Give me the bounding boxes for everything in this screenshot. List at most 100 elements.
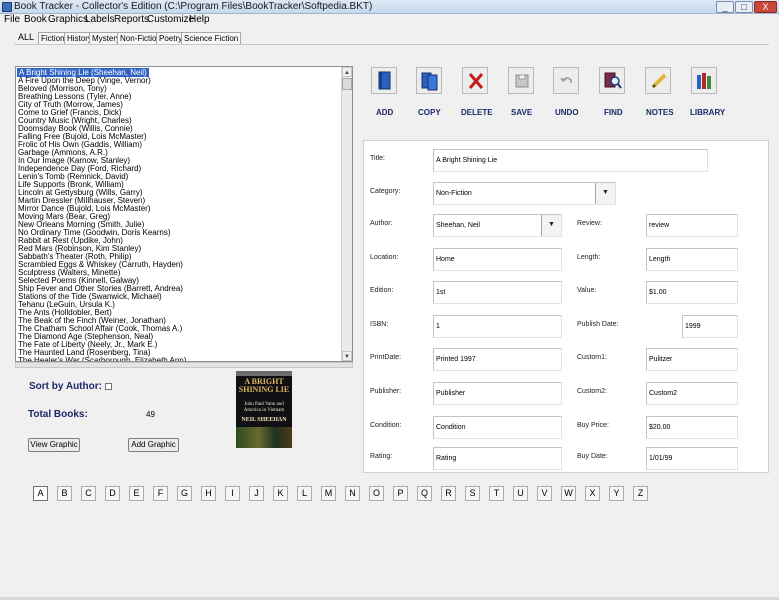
- add-button[interactable]: [371, 67, 397, 94]
- undo-button[interactable]: [553, 67, 579, 94]
- letter-g-button[interactable]: G: [177, 486, 192, 501]
- length-field[interactable]: Length: [646, 248, 738, 271]
- review-field[interactable]: review: [646, 214, 738, 237]
- letter-u-button[interactable]: U: [513, 486, 528, 501]
- letter-o-button[interactable]: O: [369, 486, 384, 501]
- location-field[interactable]: Home: [433, 248, 562, 271]
- category-select[interactable]: Non-Fiction ▼: [433, 182, 616, 205]
- letter-e-button[interactable]: E: [129, 486, 144, 501]
- author-value: Sheehan, Neil: [436, 222, 480, 229]
- book-list-horizontal-scrollbar[interactable]: [15, 362, 353, 368]
- author-dropdown-chevron-icon[interactable]: ▼: [541, 215, 561, 236]
- tab-all[interactable]: ALL: [16, 32, 36, 44]
- sort-by-author-label: Sort by Author:: [29, 381, 102, 392]
- value-field[interactable]: $1.00: [646, 281, 738, 304]
- menu-help[interactable]: Help: [189, 14, 210, 26]
- tab-science-fiction[interactable]: Science Fiction: [181, 32, 242, 44]
- letter-k-button[interactable]: K: [273, 486, 288, 501]
- publisher-field[interactable]: Publisher: [433, 382, 562, 405]
- category-value: Non-Fiction: [436, 190, 472, 197]
- delete-button[interactable]: [462, 67, 488, 94]
- letter-t-button[interactable]: T: [489, 486, 504, 501]
- letter-d-button[interactable]: D: [105, 486, 120, 501]
- undo-arrow-icon: [560, 77, 572, 83]
- copy-label: COPY: [418, 108, 441, 117]
- book-list[interactable]: ▲ ▼ A Bright Shining Lie (Sheehan, Neil)…: [15, 66, 353, 362]
- title-label: Title:: [370, 155, 385, 162]
- letter-n-button[interactable]: N: [345, 486, 360, 501]
- tab-panel-divider: [14, 44, 769, 45]
- author-label: Author:: [370, 220, 393, 227]
- menu-file[interactable]: File: [4, 14, 20, 26]
- letter-q-button[interactable]: Q: [417, 486, 432, 501]
- scroll-up-arrow-icon[interactable]: ▲: [342, 67, 352, 77]
- scroll-down-arrow-icon[interactable]: ▼: [342, 351, 352, 361]
- letter-b-button[interactable]: B: [57, 486, 72, 501]
- letter-s-button[interactable]: S: [465, 486, 480, 501]
- title-field[interactable]: A Bright Shining Lie: [433, 149, 708, 172]
- menu-reports[interactable]: Reports: [114, 14, 149, 26]
- custom1-field[interactable]: Pulitzer: [646, 348, 738, 371]
- letter-i-button[interactable]: I: [225, 486, 240, 501]
- letter-h-button[interactable]: H: [201, 486, 216, 501]
- letter-w-button[interactable]: W: [561, 486, 576, 501]
- menu-labels[interactable]: Labels: [85, 14, 114, 26]
- menu-book[interactable]: Book: [24, 14, 47, 26]
- buy-price-field[interactable]: $20.00: [646, 416, 738, 439]
- custom1-label: Custom1:: [577, 354, 607, 361]
- publish-date-field[interactable]: 1999: [682, 315, 738, 338]
- menu-bar: File Book Graphics Labels Reports Custom…: [0, 14, 779, 26]
- close-button[interactable]: X: [754, 1, 777, 13]
- menu-customize[interactable]: Customize: [147, 14, 194, 26]
- notes-button[interactable]: [645, 67, 671, 94]
- find-button[interactable]: [599, 67, 625, 94]
- find-label: FIND: [604, 108, 623, 117]
- add-graphic-button[interactable]: Add Graphic: [128, 438, 179, 452]
- edition-field[interactable]: 1st: [433, 281, 562, 304]
- letter-r-button[interactable]: R: [441, 486, 456, 501]
- isbn-field[interactable]: 1: [433, 315, 562, 338]
- library-books-icon: [697, 73, 711, 89]
- maximize-button[interactable]: □: [735, 1, 753, 13]
- condition-label: Condition:: [370, 422, 402, 429]
- letter-l-button[interactable]: L: [297, 486, 312, 501]
- category-dropdown-chevron-icon[interactable]: ▼: [595, 183, 615, 204]
- find-magnifier-icon: [604, 72, 622, 89]
- minimize-button[interactable]: _: [716, 1, 734, 13]
- view-graphic-button[interactable]: View Graphic: [28, 438, 80, 452]
- cover-title: A BRIGHT SHINING LIE: [238, 377, 290, 394]
- book-detail-panel: Title: A Bright Shining Lie Category: No…: [363, 140, 769, 473]
- category-label: Category:: [370, 188, 401, 195]
- letter-c-button[interactable]: C: [81, 486, 96, 501]
- buy-date-field[interactable]: 1/01/99: [646, 447, 738, 470]
- letter-m-button[interactable]: M: [321, 486, 336, 501]
- save-button[interactable]: [508, 67, 534, 94]
- custom2-label: Custom2:: [577, 388, 607, 395]
- letter-v-button[interactable]: V: [537, 486, 552, 501]
- letter-z-button[interactable]: Z: [633, 486, 648, 501]
- app-icon: [2, 2, 12, 12]
- condition-field[interactable]: Condition: [433, 416, 562, 439]
- cover-author: NEIL SHEEHAN: [241, 417, 287, 423]
- menu-graphics[interactable]: Graphics: [48, 14, 88, 26]
- letter-f-button[interactable]: F: [153, 486, 168, 501]
- sort-by-author-checkbox[interactable]: [105, 383, 112, 390]
- rating-label: Rating:: [370, 453, 393, 460]
- book-list-scrollbar[interactable]: ▲ ▼: [341, 67, 352, 361]
- letter-j-button[interactable]: J: [249, 486, 264, 501]
- letter-p-button[interactable]: P: [393, 486, 408, 501]
- library-button[interactable]: [691, 67, 717, 94]
- letter-a-button[interactable]: A: [33, 486, 48, 501]
- letter-y-button[interactable]: Y: [609, 486, 624, 501]
- copy-button[interactable]: [416, 67, 442, 94]
- rating-field[interactable]: Rating: [433, 447, 562, 470]
- print-date-field[interactable]: Printed 1997: [433, 348, 562, 371]
- author-select[interactable]: Sheehan, Neil ▼: [433, 214, 562, 237]
- cover-header-band: [236, 371, 292, 376]
- letter-x-button[interactable]: X: [585, 486, 600, 501]
- custom2-field[interactable]: Custom2: [646, 382, 738, 405]
- delete-x-icon: [468, 73, 484, 89]
- scroll-thumb[interactable]: [342, 78, 352, 90]
- library-label: LIBRARY: [690, 108, 726, 117]
- publisher-label: Publisher:: [370, 388, 402, 395]
